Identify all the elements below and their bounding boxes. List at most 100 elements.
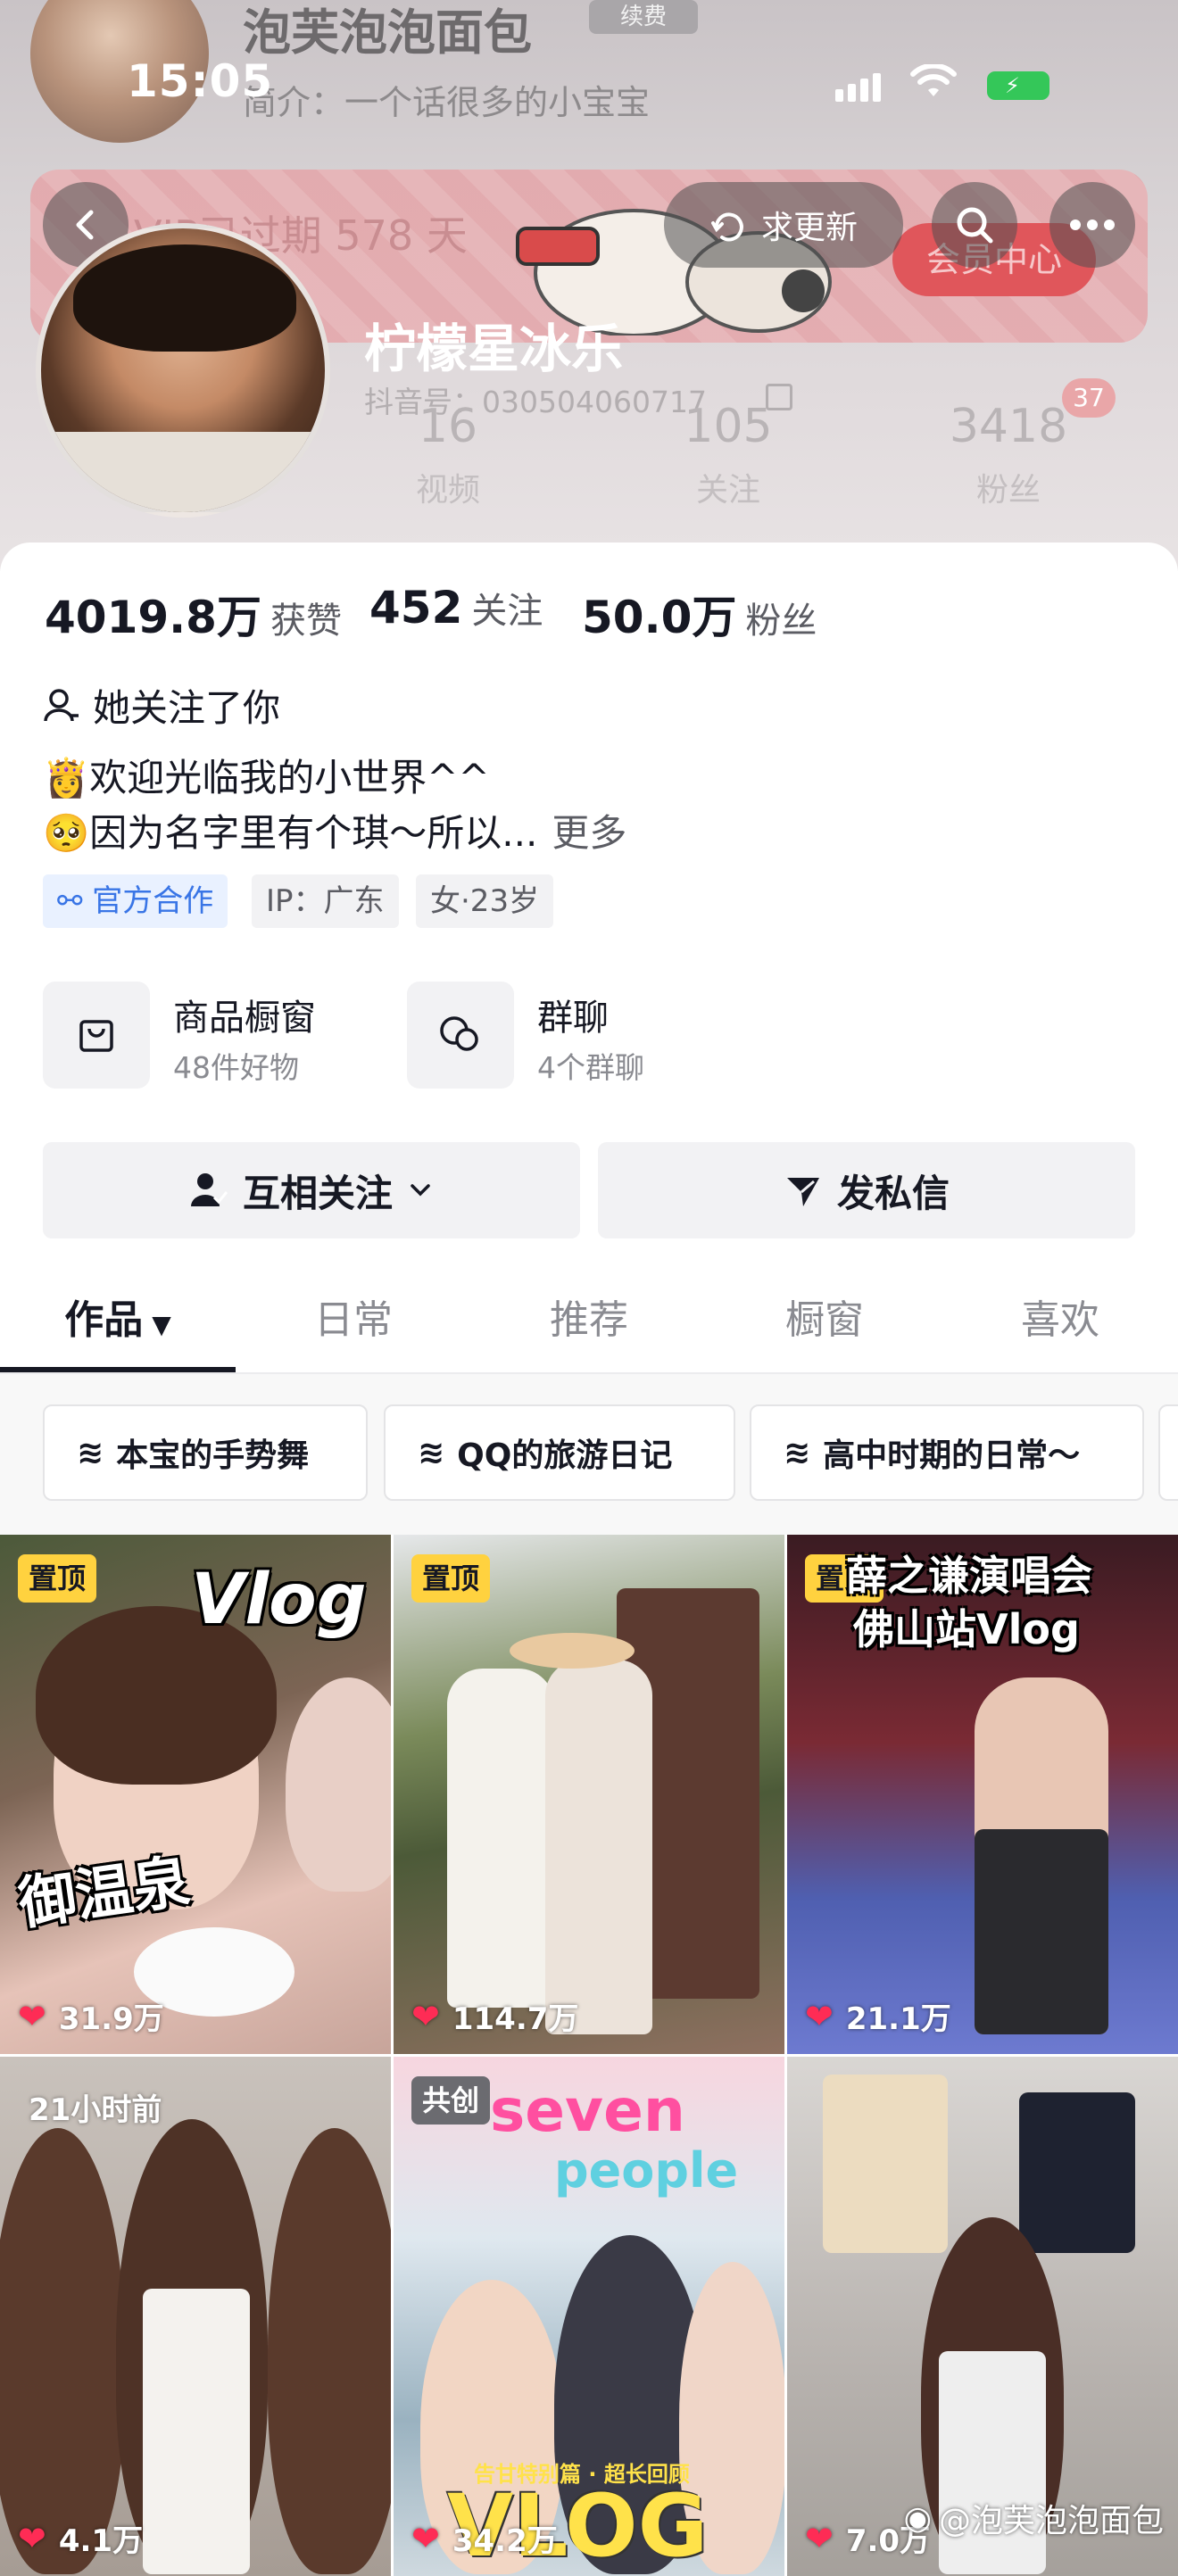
bio-more-link[interactable]: 更多 bbox=[552, 811, 626, 855]
like-count: ❤ 21.1万 bbox=[805, 1994, 951, 2038]
heart-icon: ❤ bbox=[18, 1996, 46, 2036]
mutual-follow-label: 互相关注 bbox=[242, 1171, 393, 1215]
tab-likes[interactable]: 喜欢 bbox=[942, 1267, 1178, 1374]
heart-icon: ❤ bbox=[805, 1996, 834, 2036]
send-message-label: 发私信 bbox=[836, 1171, 950, 1215]
cellular-signal-icon bbox=[835, 73, 885, 102]
video-thumbnail[interactable]: 21小时前 ❤ 4.1万 bbox=[0, 2057, 391, 2576]
gender-age-tag: 女·23岁 bbox=[416, 874, 554, 928]
official-cooperation-tag[interactable]: ⚯ 官方合作 bbox=[43, 874, 228, 928]
layers-icon: ≋ bbox=[77, 1434, 104, 1471]
like-count-text: 31.9万 bbox=[58, 2001, 164, 2037]
heart-icon: ❤ bbox=[411, 2518, 440, 2558]
video-thumbnail[interactable]: 置顶 Vlog 御温泉 ❤ 31.9万 bbox=[0, 1535, 391, 2054]
person-icon bbox=[44, 688, 79, 721]
pinned-badge: 置顶 bbox=[411, 1554, 491, 1603]
ghost-stat-label: 粉丝 bbox=[975, 472, 1041, 509]
tab-shop-window[interactable]: 橱窗 bbox=[707, 1267, 942, 1374]
tab-works[interactable]: 作品 ▼ bbox=[0, 1267, 236, 1374]
like-count: ❤ 4.1万 bbox=[18, 2516, 143, 2560]
paper-plane-icon bbox=[786, 1178, 819, 1206]
profile-avatar[interactable] bbox=[36, 223, 330, 518]
search-icon bbox=[957, 207, 993, 244]
stat-likes[interactable]: 4019.8万 获赞 bbox=[45, 582, 342, 646]
like-count-text: 21.1万 bbox=[845, 2001, 951, 2037]
princess-emoji-icon: 👸 bbox=[43, 756, 90, 799]
stat-value: 4019.8万 bbox=[45, 592, 261, 643]
pleading-emoji-icon: 🥺 bbox=[43, 811, 90, 855]
ghost-intro: 简介：一个话很多的小宝宝 bbox=[243, 83, 651, 122]
stat-label: 获赞 bbox=[270, 601, 342, 642]
tab-daily[interactable]: 日常 bbox=[236, 1267, 471, 1374]
video-caption: 佛山站Vlog bbox=[853, 1605, 1080, 1653]
chevron-down-icon bbox=[411, 1184, 430, 1197]
chat-bubble-icon bbox=[407, 982, 514, 1089]
person-check-icon bbox=[190, 1173, 228, 1206]
video-thumbnail[interactable]: 共创 seven people 告甘特别篇 · 超长回顾 VLOG ❤ 34.2万 bbox=[394, 2057, 784, 2576]
stat-label: 关注 bbox=[471, 591, 543, 632]
bio-text: 因为名字里有个琪～所以... bbox=[89, 811, 538, 855]
like-count: ❤ 114.7万 bbox=[411, 1994, 578, 2038]
follows-you-indicator: 她关注了你 bbox=[43, 678, 280, 733]
mutual-follow-button[interactable]: 互相关注 bbox=[43, 1142, 580, 1238]
ghost-fans-badge: 37 bbox=[1062, 378, 1116, 418]
video-title: Vlog bbox=[191, 1560, 367, 1640]
weibo-logo-icon: ◉ bbox=[903, 2499, 932, 2537]
stat-label: 粉丝 bbox=[745, 601, 817, 642]
group-chat-entry[interactable]: 群聊 4个群聊 bbox=[407, 982, 644, 1089]
like-count-text: 114.7万 bbox=[452, 2001, 579, 2037]
like-count: ❤ 34.2万 bbox=[411, 2516, 558, 2560]
follows-you-text: 她关注了你 bbox=[93, 686, 281, 730]
battery-icon: ⚡ bbox=[987, 71, 1049, 100]
shop-window-subtitle: 48件好物 bbox=[173, 1050, 299, 1085]
wifi-icon bbox=[910, 62, 957, 110]
tab-recommend[interactable]: 推荐 bbox=[471, 1267, 707, 1374]
tab-label: 作品 bbox=[64, 1297, 144, 1343]
layers-icon: ≋ bbox=[784, 1434, 811, 1471]
shop-window-title: 商品橱窗 bbox=[173, 998, 316, 1039]
ghost-stat-label: 关注 bbox=[695, 472, 760, 509]
video-caption: 御温泉 bbox=[14, 1848, 195, 1938]
more-options-button[interactable] bbox=[1049, 182, 1135, 268]
official-tag-label: 官方合作 bbox=[92, 883, 214, 919]
search-button[interactable] bbox=[932, 182, 1017, 268]
video-title: seven bbox=[490, 2076, 685, 2145]
ghost-renew-badge: 续费 bbox=[589, 0, 698, 34]
shop-window-entry[interactable]: 商品橱窗 48件好物 bbox=[43, 982, 316, 1089]
bio-line-1: 👸欢迎光临我的小世界^^ bbox=[43, 748, 490, 802]
video-thumbnail[interactable]: 置顶 ❤ 114.7万 bbox=[394, 1535, 784, 2054]
collection-chip[interactable]: ≋ 高中时期的日常～ bbox=[750, 1404, 1144, 1501]
posted-time-badge: 21小时前 bbox=[29, 2092, 162, 2128]
collection-chip-partial[interactable] bbox=[1158, 1404, 1178, 1501]
stat-followers[interactable]: 50.0万 粉丝 bbox=[582, 582, 817, 646]
co-creation-badge: 共创 bbox=[411, 2076, 491, 2125]
request-update-button[interactable]: 求更新 bbox=[664, 182, 903, 268]
bio-text: 欢迎光临我的小世界^^ bbox=[89, 756, 490, 799]
handshake-icon: ⚯ bbox=[57, 883, 93, 919]
like-count-text: 34.2万 bbox=[452, 2523, 558, 2559]
shopping-bag-icon bbox=[43, 982, 150, 1089]
collection-label: QQ的旅游日记 bbox=[457, 1437, 673, 1474]
content-tabs: 作品 ▼ 日常 推荐 橱窗 喜欢 bbox=[0, 1267, 1178, 1374]
group-chat-subtitle: 4个群聊 bbox=[537, 1050, 644, 1085]
profile-nickname: 柠檬星冰乐 bbox=[364, 319, 624, 379]
collection-label: 本宝的手势舞 bbox=[116, 1437, 310, 1474]
collection-chip[interactable]: ≋ QQ的旅游日记 bbox=[384, 1404, 735, 1501]
ip-location-tag: IP：广东 bbox=[252, 874, 399, 928]
layers-icon: ≋ bbox=[418, 1434, 445, 1471]
caret-down-icon: ▼ bbox=[152, 1310, 171, 1339]
stat-value: 50.0万 bbox=[582, 592, 737, 643]
chevron-left-icon bbox=[76, 210, 94, 240]
ghost-stat-label: 视频 bbox=[415, 472, 480, 509]
stat-following[interactable]: 452 关注 bbox=[369, 582, 543, 634]
video-thumbnail[interactable]: 置顶 薛之谦演唱会 佛山站Vlog ❤ 21.1万 bbox=[787, 1535, 1178, 2054]
weibo-watermark: ◉ @泡芙泡泡面包 bbox=[904, 2495, 1164, 2541]
update-icon bbox=[710, 212, 743, 242]
bio-line-2[interactable]: 🥺因为名字里有个琪～所以... 更多 bbox=[43, 803, 626, 857]
watermark-text: @泡芙泡泡面包 bbox=[938, 2503, 1164, 2539]
ghost-stat-value: 16 bbox=[418, 400, 478, 453]
heart-icon: ❤ bbox=[411, 1996, 440, 2036]
like-count-text: 4.1万 bbox=[58, 2523, 144, 2559]
collection-chip[interactable]: ≋ 本宝的手势舞 bbox=[43, 1404, 368, 1501]
send-message-button[interactable]: 发私信 bbox=[598, 1142, 1135, 1238]
